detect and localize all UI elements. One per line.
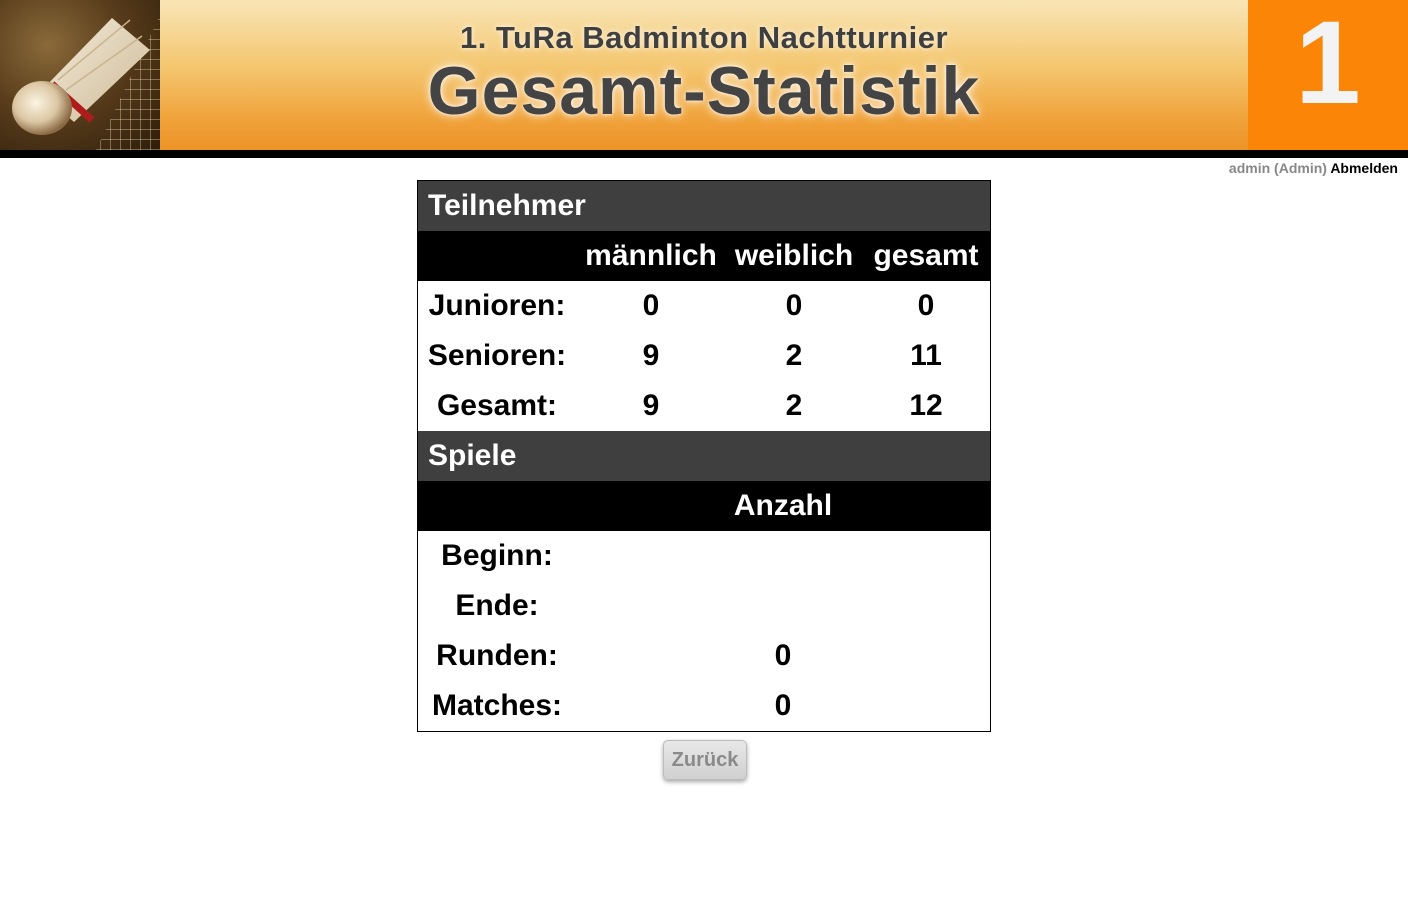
total-count: 0 — [917, 289, 935, 322]
column-header-female: weiblich — [734, 239, 854, 272]
row-value — [576, 581, 990, 631]
table-row: Senioren: 9 2 11 — [418, 331, 990, 381]
female-count: 0 — [785, 289, 803, 322]
row-label: Junioren: — [428, 289, 566, 322]
column-header-count: Anzahl — [733, 489, 833, 522]
section-header-teilnehmer: Teilnehmer — [418, 181, 990, 231]
page-header: 1. TuRa Badminton Nachtturnier Gesamt-St… — [0, 0, 1408, 150]
shuttlecock-logo — [0, 0, 160, 150]
username: admin — [1228, 160, 1271, 176]
total-count: 11 — [910, 339, 942, 372]
page-title: Gesamt-Statistik — [427, 53, 981, 129]
row-value — [576, 531, 990, 581]
header-divider — [0, 150, 1408, 158]
table-row: Junioren: 0 0 0 — [418, 281, 990, 331]
female-count: 2 — [785, 389, 803, 422]
male-count: 9 — [642, 389, 660, 422]
female-count: 2 — [785, 339, 803, 372]
table-row: Ende: — [418, 581, 990, 631]
row-label: Matches: — [431, 689, 563, 722]
statistics-table: Teilnehmer männlich weiblich gesamt Juni… — [417, 180, 991, 732]
back-button[interactable]: Zurück — [663, 740, 747, 780]
shuttlecock-icon — [12, 18, 150, 135]
table-row: Runden: 0 — [418, 631, 990, 681]
male-count: 0 — [642, 289, 660, 322]
row-value: 0 — [774, 639, 792, 672]
table-row: Gesamt: 9 2 12 — [418, 381, 990, 431]
total-count: 12 — [909, 389, 943, 422]
tournament-title: 1. TuRa Badminton Nachtturnier — [459, 20, 949, 55]
row-label: Runden: — [436, 639, 558, 672]
court-number-box: 1 — [1248, 0, 1408, 150]
column-header-total: gesamt — [873, 239, 979, 272]
male-count: 9 — [642, 339, 660, 372]
section-header-spiele: Spiele — [418, 431, 990, 481]
user-bar: admin (Admin) Abmelden — [1229, 160, 1398, 176]
court-number: 1 — [1295, 0, 1361, 129]
column-header-male: männlich — [585, 239, 717, 272]
row-label: Senioren: — [427, 339, 567, 372]
row-value: 0 — [774, 689, 792, 722]
row-label: Ende: — [455, 589, 539, 622]
table-row: Beginn: — [418, 531, 990, 581]
row-label: Gesamt: — [436, 389, 558, 422]
logout-link[interactable]: Abmelden — [1330, 160, 1398, 176]
header-titles: 1. TuRa Badminton Nachtturnier Gesamt-St… — [160, 0, 1248, 150]
column-header-row: männlich weiblich gesamt — [418, 231, 990, 281]
column-header-row: Anzahl — [418, 481, 990, 531]
user-role: (Admin) — [1274, 160, 1327, 176]
table-row: Matches: 0 — [418, 681, 990, 731]
row-label: Beginn: — [441, 539, 553, 572]
